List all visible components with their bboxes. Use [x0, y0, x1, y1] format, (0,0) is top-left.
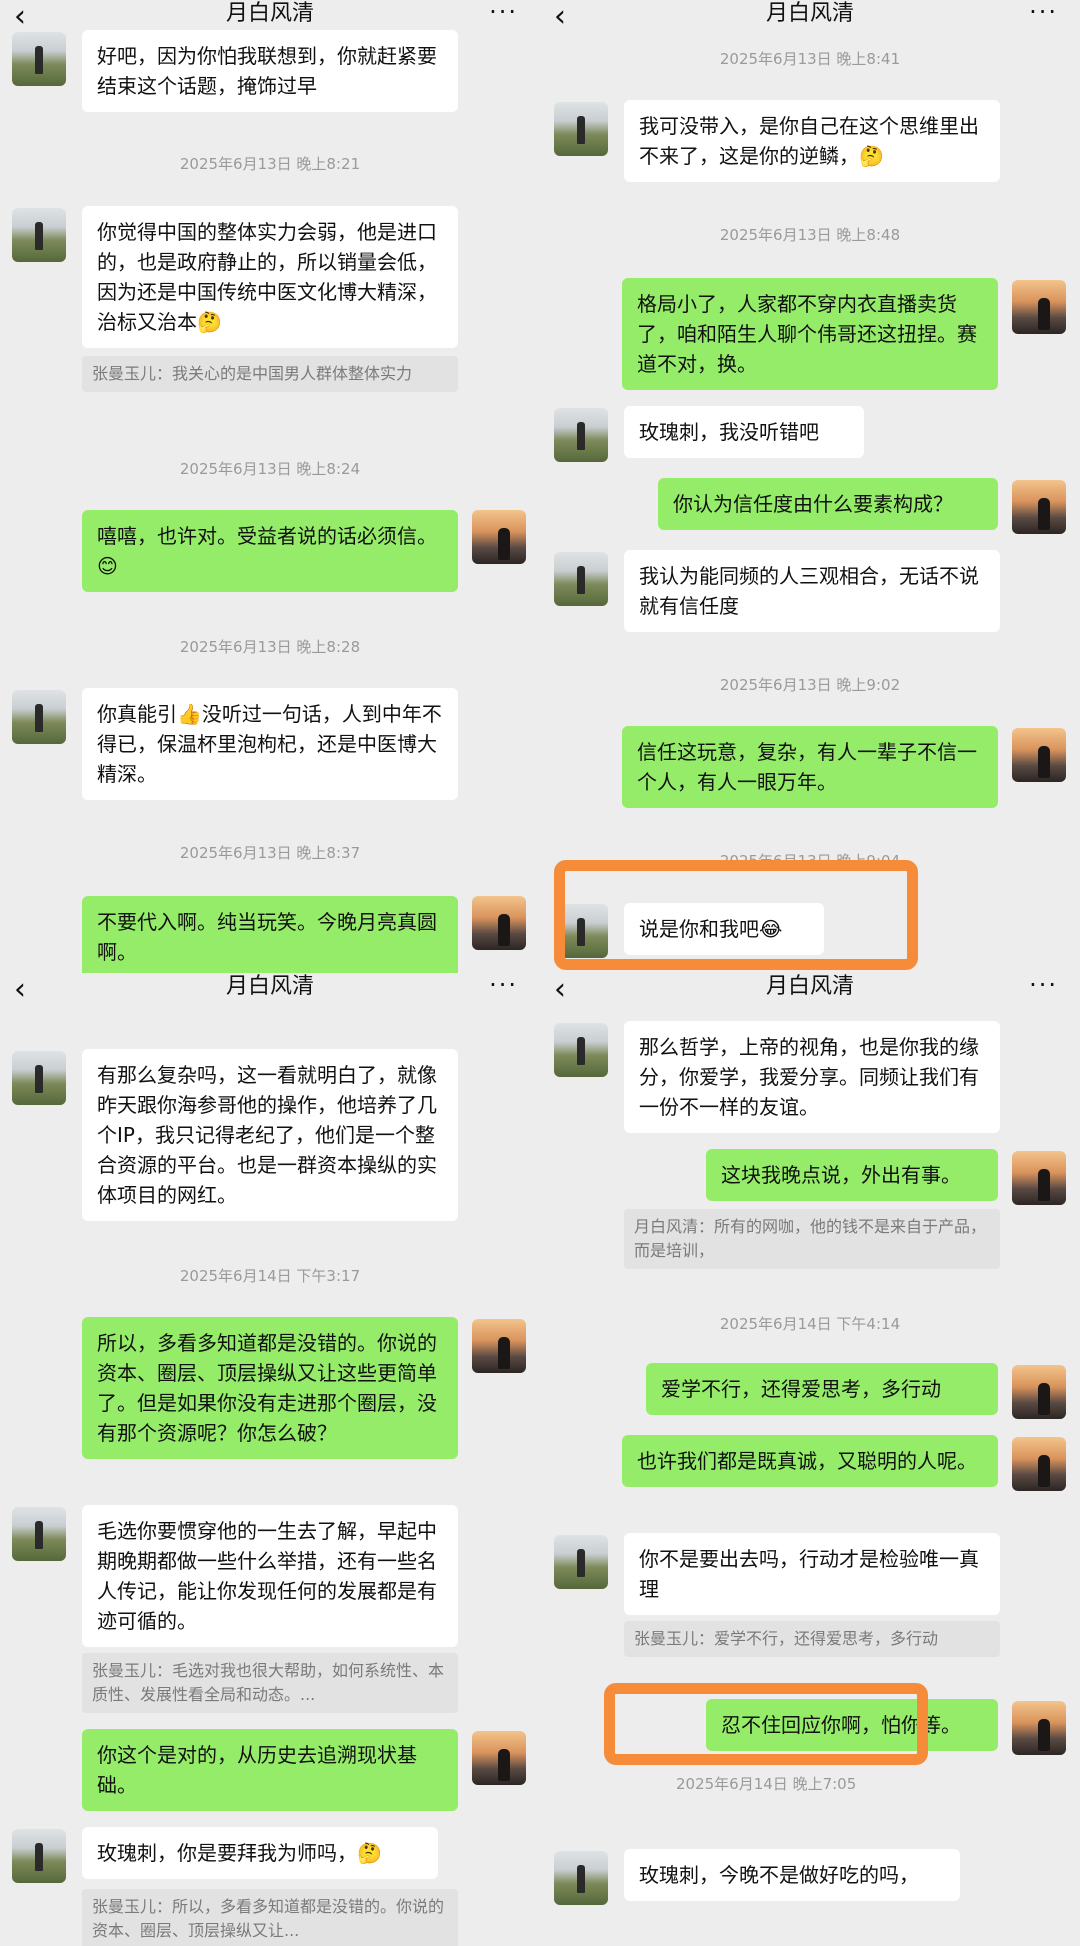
more-icon[interactable]: ··· — [489, 973, 518, 997]
highlight-box — [604, 1683, 928, 1765]
message-bubble[interactable]: 你认为信任度由什么要素构成？ — [658, 478, 998, 530]
more-icon[interactable]: ··· — [1029, 0, 1058, 24]
chat-pane-1: ‹ 月白风清 ··· 好吧，因为你怕我联想到，你就赶紧要结束这个话题，掩饰过早 … — [0, 0, 540, 973]
message-bubble[interactable]: 好吧，因为你怕我联想到，你就赶紧要结束这个话题，掩饰过早 — [82, 30, 458, 112]
more-icon[interactable]: ··· — [1029, 973, 1058, 997]
timestamp: 2025年6月13日 晚上9:02 — [719, 676, 901, 694]
avatar[interactable] — [472, 1731, 526, 1785]
avatar[interactable] — [12, 1507, 66, 1561]
avatar[interactable] — [554, 552, 608, 606]
message-bubble[interactable]: 嘻嘻，也许对。受益者说的话必须信。😊 — [82, 510, 458, 592]
timestamp: 2025年6月13日 晚上8:48 — [719, 226, 901, 244]
quoted-message[interactable]: 张曼玉儿：我关心的是中国男人群体整体实力 — [82, 356, 458, 392]
chat-header: ‹ 月白风清 ··· — [540, 0, 1080, 40]
chat-title: 月白风清 — [225, 1, 314, 26]
message-bubble[interactable]: 你觉得中国的整体实力会弱，他是进口的，也是政府静止的，所以销量会低，因为还是中国… — [82, 206, 458, 348]
avatar[interactable] — [554, 102, 608, 156]
avatar[interactable] — [554, 1535, 608, 1589]
avatar[interactable] — [554, 1851, 608, 1905]
highlight-box — [554, 860, 918, 970]
timestamp: 2025年6月13日 晚上8:21 — [179, 155, 361, 173]
timestamp: 2025年6月13日 晚上8:37 — [179, 844, 361, 862]
chat-title: 月白风清 — [225, 974, 314, 999]
avatar[interactable] — [1012, 1701, 1066, 1755]
timestamp: 2025年6月14日 晚上7:05 — [676, 1775, 857, 1793]
quoted-message[interactable]: 张曼玉儿：爱学不行，还得爱思考，多行动 — [624, 1621, 1000, 1657]
quoted-message[interactable]: 月白风清：所有的网咖，他的钱不是来自于产品，而是培训， — [624, 1209, 1000, 1269]
message-bubble[interactable]: 玫瑰刺，今晚不是做好吃的吗， — [624, 1849, 960, 1901]
chat-title: 月白风清 — [765, 1, 854, 26]
message-bubble[interactable]: 所以，多看多知道都是没错的。你说的资本、圈层、顶层操纵又让这些更简单了。但是如果… — [82, 1317, 458, 1459]
avatar[interactable] — [12, 1051, 66, 1105]
avatar[interactable] — [1012, 480, 1066, 534]
more-icon[interactable]: ··· — [489, 0, 518, 24]
avatar[interactable] — [1012, 280, 1066, 334]
message-bubble[interactable]: 不要代入啊。纯当玩笑。今晚月亮真圆啊。 — [82, 896, 458, 973]
message-bubble[interactable]: 那么哲学，上帝的视角，也是你我的缘分，你爱学，我爱分享。同频让我们有一份不一样的… — [624, 1021, 1000, 1133]
timestamp: 2025年6月14日 下午4:14 — [719, 1315, 901, 1333]
message-bubble[interactable]: 玫瑰刺，你是要拜我为师吗，🤔 — [82, 1827, 438, 1879]
chat-pane-2: ‹ 月白风清 ··· 2025年6月13日 晚上8:41 我可没带入，是你自己在… — [540, 0, 1080, 973]
chat-header: ‹ 月白风清 ··· — [540, 973, 1080, 1013]
avatar[interactable] — [12, 208, 66, 262]
avatar[interactable] — [554, 1023, 608, 1077]
avatar[interactable] — [554, 408, 608, 462]
avatar[interactable] — [1012, 728, 1066, 782]
timestamp: 2025年6月13日 晚上8:41 — [719, 50, 901, 68]
message-bubble[interactable]: 信任这玩意，复杂，有人一辈子不信一个人，有人一眼万年。 — [622, 726, 998, 808]
timestamp: 2025年6月14日 下午3:17 — [179, 1267, 361, 1285]
avatar[interactable] — [472, 510, 526, 564]
message-bubble[interactable]: 我可没带入，是你自己在这个思维里出不来了，这是你的逆鳞，🤔 — [624, 100, 1000, 182]
message-bubble[interactable]: 也许我们都是既真诚，又聪明的人呢。 — [622, 1435, 998, 1487]
message-bubble[interactable]: 你不是要出去吗，行动才是检验唯一真理 — [624, 1533, 1000, 1615]
message-bubble[interactable]: 你真能引👍没听过一句话，人到中年不得已，保温杯里泡枸杞，还是中医博大精深。 — [82, 688, 458, 800]
message-bubble[interactable]: 我认为能同频的人三观相合，无话不说就有信任度 — [624, 550, 1000, 632]
message-bubble[interactable]: 毛选你要惯穿他的一生去了解，早起中期晚期都做一些什么举措，还有一些名人传记，能让… — [82, 1505, 458, 1647]
chat-header: ‹ 月白风清 ··· — [0, 973, 540, 1013]
message-bubble[interactable]: 爱学不行，还得爱思考，多行动 — [646, 1363, 998, 1415]
avatar[interactable] — [472, 1319, 526, 1373]
avatar[interactable] — [12, 1829, 66, 1883]
message-bubble[interactable]: 玫瑰刺，我没听错吧 — [624, 406, 864, 458]
quoted-message[interactable]: 张曼玉儿：所以，多看多知道都是没错的。你说的资本、圈层、顶层操纵又让... — [82, 1889, 458, 1946]
chat-pane-3: ‹ 月白风清 ··· 有那么复杂吗，这一看就明白了，就像昨天跟你海参哥他的操作，… — [0, 973, 540, 1946]
avatar[interactable] — [12, 690, 66, 744]
avatar[interactable] — [12, 32, 66, 86]
message-bubble[interactable]: 这块我晚点说，外出有事。 — [706, 1149, 998, 1201]
timestamp: 2025年6月13日 晚上8:24 — [179, 460, 361, 478]
chat-title: 月白风清 — [765, 974, 854, 999]
timestamp: 2025年6月13日 晚上8:28 — [179, 638, 361, 656]
quoted-message[interactable]: 张曼玉儿：毛选对我也很大帮助，如何系统性、本质性、发展性看全局和动态。... — [82, 1653, 458, 1713]
avatar[interactable] — [472, 896, 526, 950]
message-bubble[interactable]: 你这个是对的，从历史去追溯现状基础。 — [82, 1729, 458, 1811]
avatar[interactable] — [1012, 1151, 1066, 1205]
chat-pane-4: ‹ 月白风清 ··· 那么哲学，上帝的视角，也是你我的缘分，你爱学，我爱分享。同… — [540, 973, 1080, 1946]
message-bubble[interactable]: 格局小了，人家都不穿内衣直播卖货了，咱和陌生人聊个伟哥还这扭捏。赛道不对，换。 — [622, 278, 998, 390]
avatar[interactable] — [1012, 1437, 1066, 1491]
message-bubble[interactable]: 有那么复杂吗，这一看就明白了，就像昨天跟你海参哥他的操作，他培养了几个IP，我只… — [82, 1049, 458, 1221]
avatar[interactable] — [1012, 1365, 1066, 1419]
